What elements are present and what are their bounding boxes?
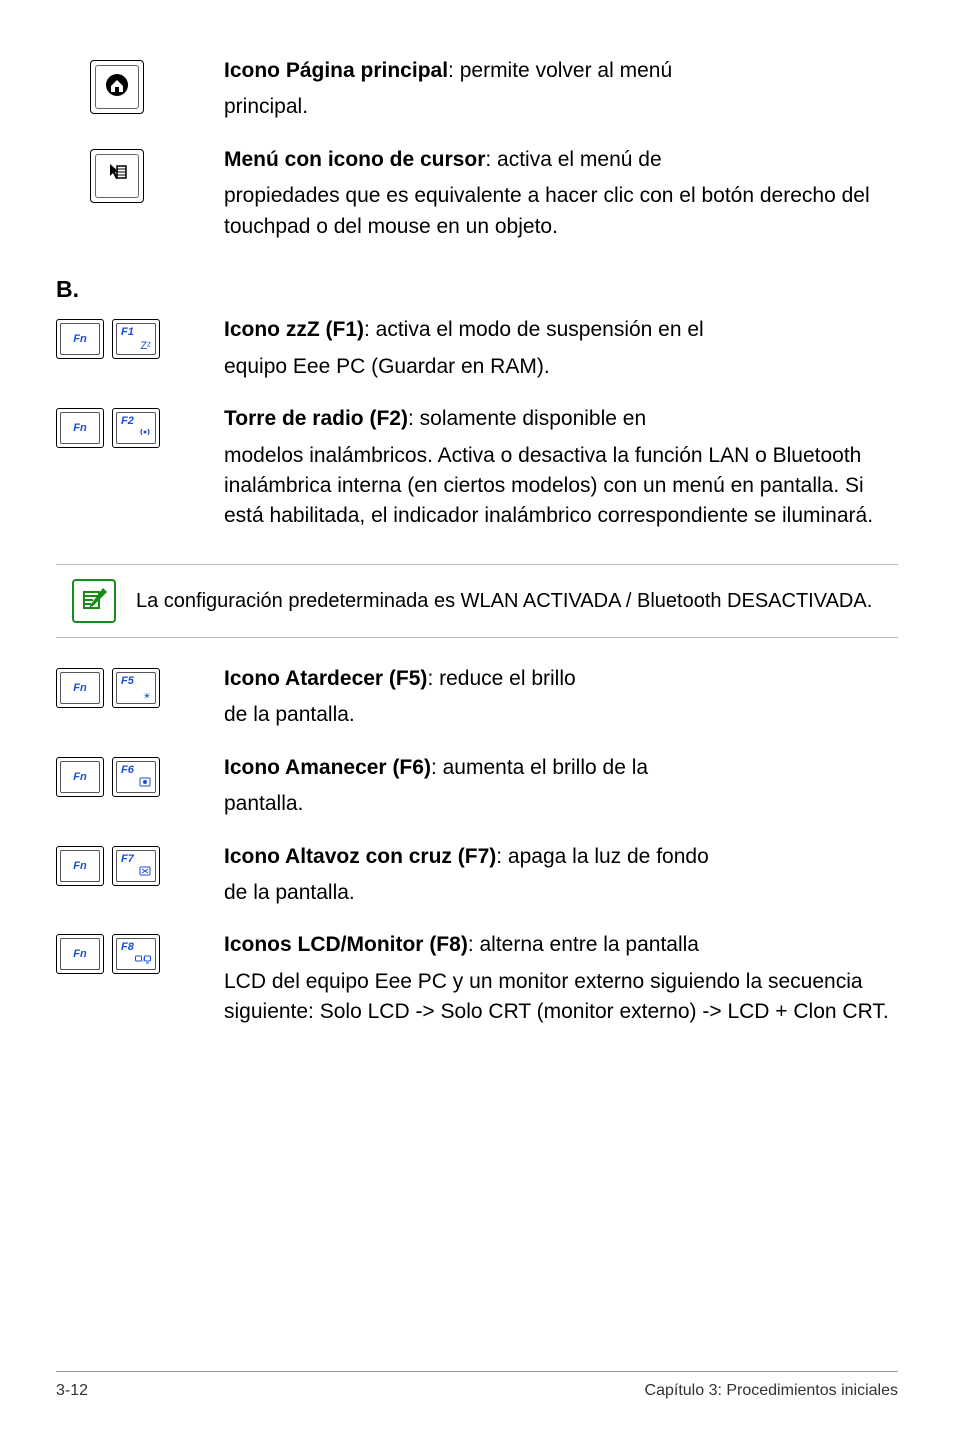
f1-cont: equipo Eee PC (Guardar en RAM). — [224, 352, 898, 382]
f1-key: F1Zᶻ — [112, 319, 160, 359]
screen-off-icon — [139, 866, 151, 879]
fn-key: Fn — [56, 757, 104, 797]
fn-key: Fn — [56, 319, 104, 359]
section-b-heading: B. — [56, 276, 898, 303]
fn-key: Fn — [56, 934, 104, 974]
f7-text: Icono Altavoz con cruz (F7): apaga la lu… — [224, 842, 898, 872]
note-box: La configuración predeterminada es WLAN … — [56, 564, 898, 638]
home-icon — [104, 72, 130, 103]
f8-text: Iconos LCD/Monitor (F8): alterna entre l… — [224, 930, 898, 960]
f7-key: F7 — [112, 846, 160, 886]
fn-key: Fn — [56, 846, 104, 886]
menu-cursor-key — [90, 149, 144, 203]
f8-key: F8/ — [112, 934, 160, 974]
footer-page-number: 3-12 — [56, 1382, 88, 1400]
footer-chapter: Capítulo 3: Procedimientos iniciales — [645, 1382, 898, 1400]
f2-key: F2 — [112, 408, 160, 448]
radio-icon — [139, 426, 151, 441]
f6-cont: pantalla. — [224, 789, 898, 819]
f5-cont: de la pantalla. — [224, 700, 898, 730]
home-cont: principal. — [224, 92, 898, 122]
note-text: La configuración predeterminada es WLAN … — [136, 587, 872, 615]
menu-cont: propiedades que es equivalente a hacer c… — [224, 181, 898, 242]
f6-key: F6 — [112, 757, 160, 797]
home-key — [90, 60, 144, 114]
fn-key: Fn — [56, 408, 104, 448]
page-footer: 3-12 Capítulo 3: Procedimientos iniciale… — [56, 1371, 898, 1400]
sun-up-icon — [139, 777, 151, 790]
f1-text: Icono zzZ (F1): activa el modo de suspen… — [224, 315, 898, 345]
f2-text: Torre de radio (F2): solamente disponibl… — [224, 404, 898, 434]
f5-key: F5☀ — [112, 668, 160, 708]
note-icon — [72, 579, 116, 623]
f2-cont: modelos inalámbricos. Activa o desactiva… — [224, 441, 898, 532]
f6-text: Icono Amanecer (F6): aumenta el brillo d… — [224, 753, 898, 783]
f8-cont: LCD del equipo Eee PC y un monitor exter… — [224, 967, 898, 1028]
f7-cont: de la pantalla. — [224, 878, 898, 908]
lcd-monitor-icon: / — [135, 954, 151, 967]
menu-cursor-icon — [106, 162, 128, 189]
fn-key: Fn — [56, 668, 104, 708]
f5-text: Icono Atardecer (F5): reduce el brillo — [224, 664, 898, 694]
home-text: Icono Página principal: permite volver a… — [224, 56, 898, 86]
menu-text: Menú con icono de cursor: activa el menú… — [224, 145, 898, 175]
